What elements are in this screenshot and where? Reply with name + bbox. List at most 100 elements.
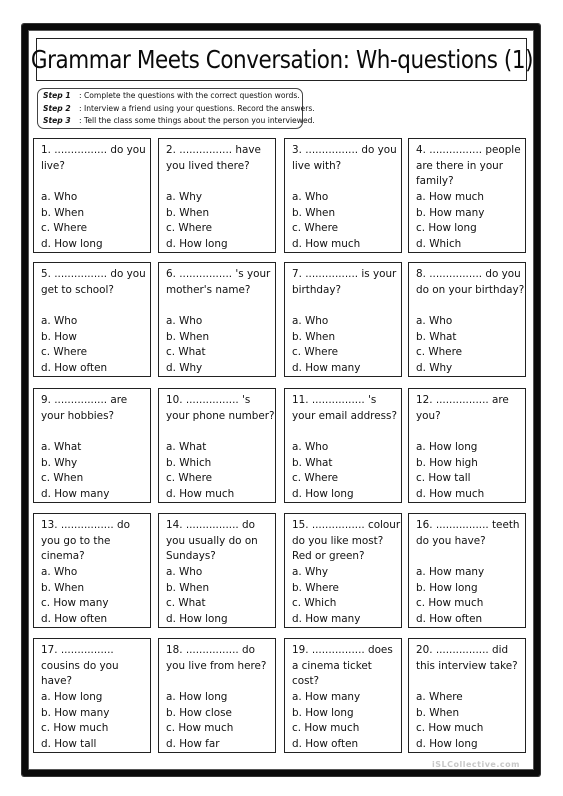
question-text: 6. ................ 's your mother's nam… — [166, 268, 271, 296]
step-2: Step 2 : Interview a friend using your qu… — [43, 103, 315, 116]
question-card: 15. ................ colour do you like … — [284, 513, 402, 628]
answer-option: c. How tall — [416, 472, 471, 485]
question-card: 13. ................ do you go to the ci… — [33, 513, 151, 628]
answer-option: a. How long — [41, 691, 103, 703]
question-card: 7. ................ is your birthday? a. … — [284, 262, 402, 377]
answer-option: b. How — [41, 330, 77, 343]
answer-option: b. When — [166, 581, 210, 594]
question-card: 19. ................ does a cinema ticke… — [284, 638, 402, 753]
answer-option: d. How many — [41, 488, 110, 501]
answer-option: c. Where — [41, 222, 88, 235]
answer-option: d. How long — [416, 738, 478, 751]
question-text: 17. ................ cousins do you have… — [41, 644, 119, 688]
answer-option: a. Who — [41, 315, 78, 327]
answer-option: b. Which — [166, 456, 212, 469]
answer-option: a. How long — [416, 441, 478, 453]
answer-option: d. How often — [41, 362, 108, 375]
question-grid: 1. ................ do you live? a. Who b.… — [33, 138, 531, 763]
step-label: Step 3 — [43, 116, 71, 126]
answer-option: c. When — [41, 472, 84, 485]
answer-option: a. How much — [416, 191, 484, 203]
answer-option: a. Who — [166, 566, 203, 578]
question-card: 5. ................ do you get to school… — [33, 262, 151, 377]
question-card: 17. ................ cousins do you have… — [33, 638, 151, 753]
question-text: 9. ................ are your hobbies? — [41, 394, 128, 422]
question-card: 18. ................ do you live from he… — [158, 638, 276, 753]
answer-option: c. Where — [292, 222, 339, 235]
question-text: 19. ................ does a cinema ticke… — [292, 644, 393, 688]
answer-option: a. Who — [166, 315, 203, 327]
question-card: 9. ................ are your hobbies? a. … — [33, 388, 151, 503]
answer-option: a. Who — [292, 315, 329, 327]
answer-option: b. When — [292, 330, 336, 343]
step-label: Step 2 — [43, 103, 71, 113]
worksheet-title: Grammar Meets Conversation: Wh-questions… — [30, 45, 533, 74]
answer-option: a. Who — [41, 566, 78, 578]
question-text: 14. ................ do you usually do o… — [166, 519, 258, 563]
question-text: 18. ................ do you live from he… — [166, 644, 267, 672]
question-text: 10. ................ 's your phone numbe… — [166, 394, 275, 422]
step-1: Step 1: Complete the questions with the … — [43, 90, 302, 103]
answer-option: b. What — [416, 330, 457, 343]
step-text: : Interview a friend using your question… — [79, 103, 315, 113]
question-card: 12. ................ are you? a. How long… — [408, 388, 526, 503]
answer-option: c. How much — [166, 722, 234, 735]
answer-option: d. How many — [292, 613, 361, 626]
answer-option: d. How long — [166, 613, 228, 626]
answer-option: c. How much — [292, 722, 360, 735]
answer-option: b. How many — [41, 706, 110, 719]
answer-option: a. Why — [166, 191, 202, 203]
answer-option: d. How much — [292, 238, 361, 251]
question-card: 2. ................ have you lived there… — [158, 138, 276, 253]
question-text: 5. ................ do you get to school… — [41, 268, 146, 296]
question-card: 8. ................ do you do on your bi… — [408, 262, 526, 377]
question-text: 1. ................ do you live? — [41, 144, 146, 172]
answer-option: c. Where — [41, 346, 88, 359]
answer-option: a. What — [166, 441, 207, 453]
answer-option: b. When — [41, 206, 85, 219]
answer-option: c. How many — [41, 597, 109, 610]
answer-option: a. Who — [41, 191, 78, 203]
answer-option: c. Where — [166, 222, 213, 235]
answer-option: d. How long — [292, 488, 354, 501]
title-box: Grammar Meets Conversation: Wh-questions… — [30, 38, 533, 81]
answer-option: a. How many — [292, 691, 361, 703]
answer-option: b. When — [166, 206, 210, 219]
question-text: 12. ................ are you? — [416, 394, 509, 422]
question-text: 15. ................ colour do you like … — [292, 519, 401, 563]
answer-option: a. Who — [416, 315, 453, 327]
question-card: 3. ................ do you live with? a. … — [284, 138, 402, 253]
answer-option: d. How many — [292, 362, 361, 375]
answer-option: d. How much — [166, 488, 235, 501]
answer-option: c. How much — [416, 597, 484, 610]
answer-option: d. How far — [166, 738, 220, 751]
question-card: 20. ................ did this interview … — [408, 638, 526, 753]
answer-option: c. What — [166, 597, 206, 610]
answer-option: c. How much — [41, 722, 109, 735]
answer-option: a. How many — [416, 566, 485, 578]
answer-option: a. How long — [166, 691, 228, 703]
answer-option: d. How long — [41, 238, 103, 251]
answer-option: c. How much — [416, 722, 484, 735]
instructions-box: Step 1: Complete the questions with the … — [37, 88, 315, 129]
step-text: : Complete the questions with the correc… — [79, 91, 300, 100]
answer-option: d. How tall — [41, 738, 97, 751]
answer-option: b. How many — [416, 206, 485, 219]
question-card: 4. ................ people are there in … — [408, 138, 526, 253]
answer-option: d. How often — [41, 613, 108, 626]
answer-option: c. What — [166, 346, 206, 359]
answer-option: c. Which — [292, 597, 337, 610]
answer-option: b. When — [292, 206, 336, 219]
answer-option: b. How long — [416, 581, 478, 594]
answer-option: c. Where — [292, 472, 339, 485]
step-3: Step 3: Tell the class some things about… — [43, 115, 315, 128]
answer-option: a. Who — [292, 441, 329, 453]
question-text: 11. ................ 's your email addre… — [292, 394, 397, 422]
answer-option: d. How long — [166, 238, 228, 251]
answer-option: c. Where — [292, 346, 339, 359]
question-text: 16. ................ teeth do you have? — [416, 519, 520, 547]
answer-option: a. Who — [292, 191, 329, 203]
answer-option: b. How high — [416, 456, 478, 469]
question-text: 13. ................ do you go to the ci… — [41, 519, 130, 563]
question-card: 14. ................ do you usually do o… — [158, 513, 276, 628]
